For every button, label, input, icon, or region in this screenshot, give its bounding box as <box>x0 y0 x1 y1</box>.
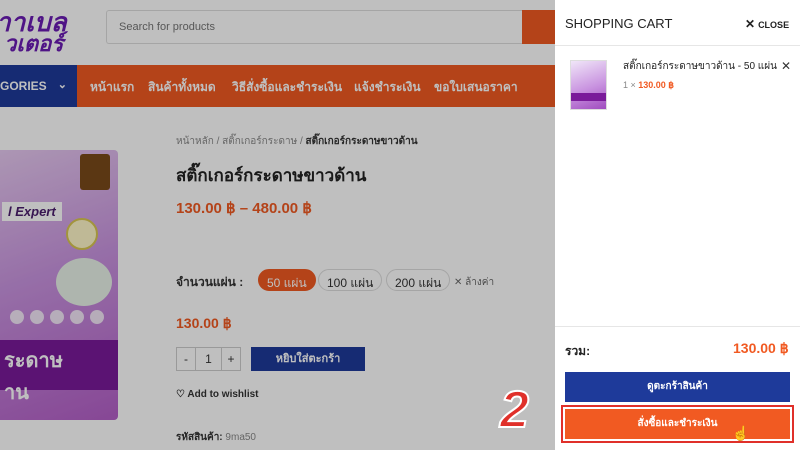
view-cart-button[interactable]: ดูตะกร้าสินค้า <box>565 372 790 402</box>
cart-divider <box>555 326 800 327</box>
cart-header: SHOPPING CART ✕ CLOSE <box>555 0 800 46</box>
subtotal-label: รวม: <box>565 344 591 358</box>
cart-item-name[interactable]: สติ๊กเกอร์กระดาษขาวด้าน - 50 แผ่น <box>623 59 777 74</box>
hand-cursor-icon: ☝ <box>732 425 750 441</box>
page-overlay[interactable] <box>0 0 555 450</box>
close-label: CLOSE <box>758 20 790 30</box>
cart-item-amount: 130.00 ฿ <box>638 80 675 90</box>
cart-title: SHOPPING CART <box>565 16 673 31</box>
cart-close-button[interactable]: ✕ CLOSE <box>745 17 789 31</box>
cart-item-price: 1 × 130.00 ฿ <box>623 80 674 91</box>
checkout-button[interactable]: สั่งซื้อและชำระเงิน <box>565 409 790 439</box>
close-icon: ✕ <box>745 17 756 31</box>
shopping-cart-panel: SHOPPING CART ✕ CLOSE สติ๊กเกอร์กระดาษขาว… <box>555 0 800 450</box>
cart-item-thumbnail[interactable] <box>570 60 607 110</box>
remove-item-icon[interactable]: ✕ <box>781 59 791 73</box>
step-number-annotation: 2 <box>499 381 530 439</box>
subtotal-value: 130.00 ฿ <box>733 340 789 356</box>
cart-item-qty: 1 × <box>623 80 636 90</box>
checkout-highlight: สั่งซื้อและชำระเงิน <box>561 405 794 443</box>
